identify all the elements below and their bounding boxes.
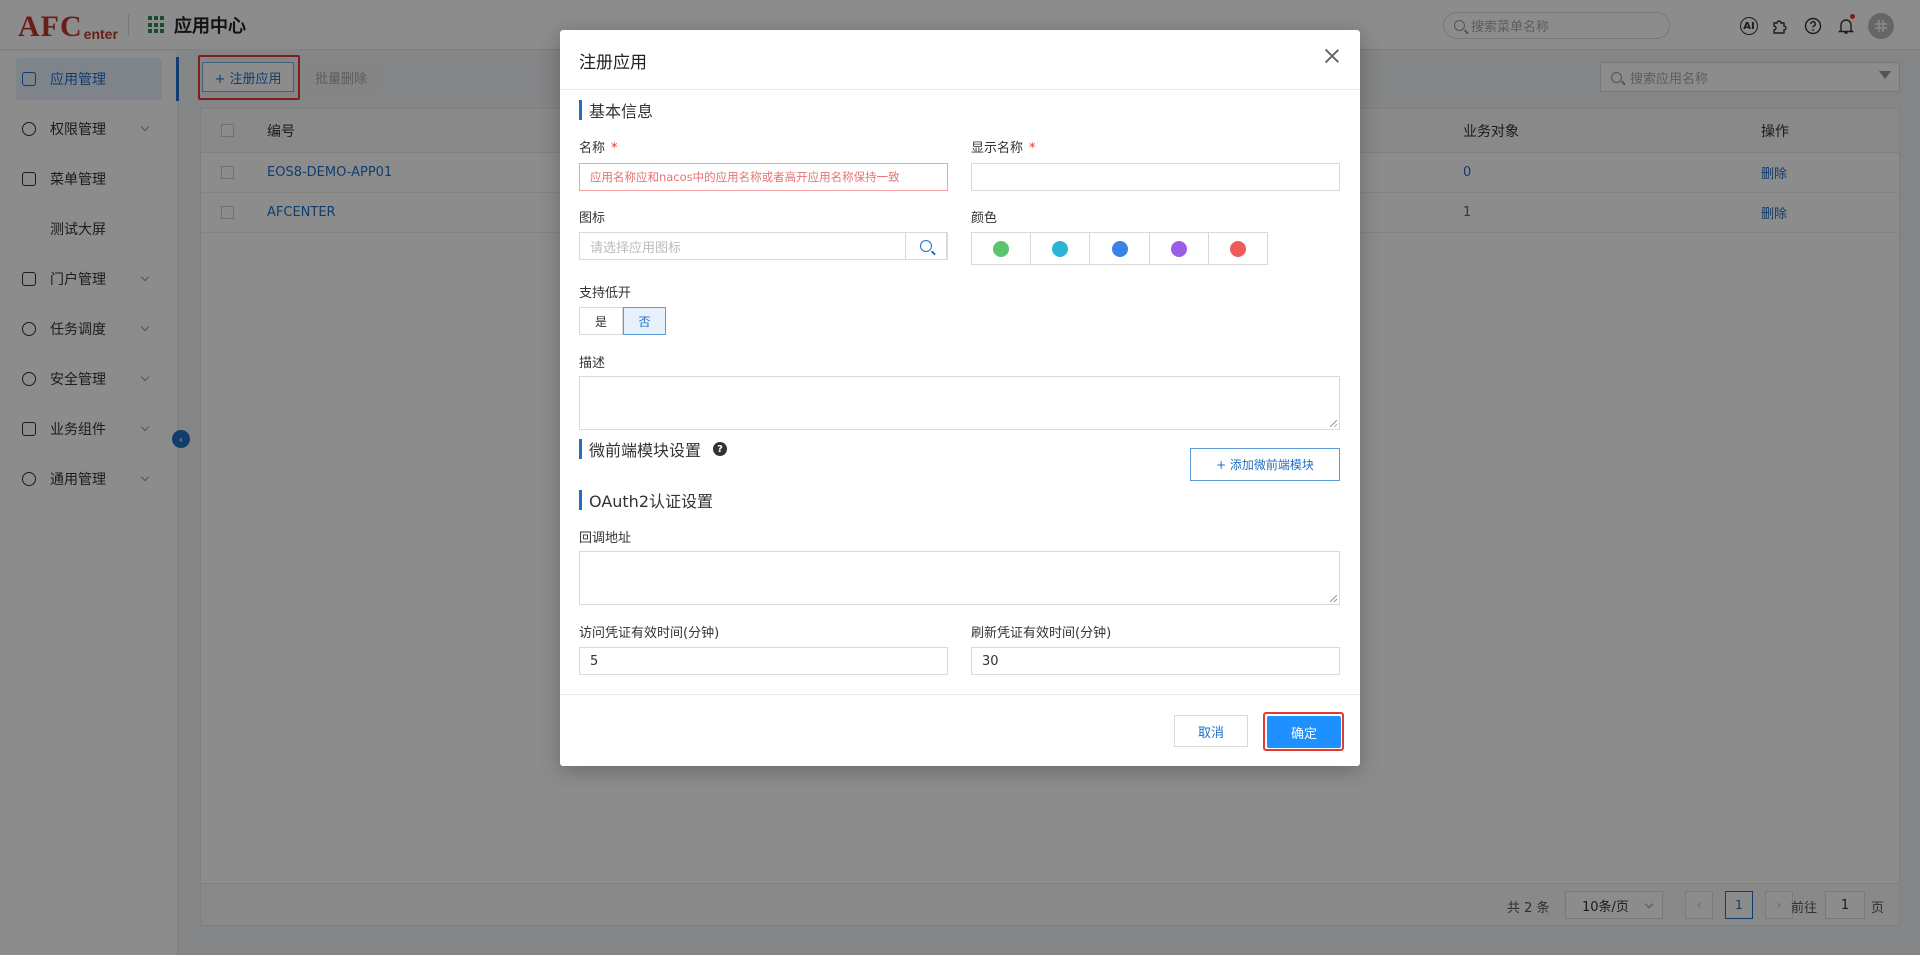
section-basic-info: 基本信息 xyxy=(579,100,653,121)
color-option-red[interactable] xyxy=(1209,233,1267,264)
section-micro-frontend-label: 微前端模块设置 xyxy=(589,441,702,460)
color-option-green[interactable] xyxy=(972,233,1032,264)
divider xyxy=(560,89,1360,90)
icon-label: 图标 xyxy=(579,211,606,226)
access-token-ttl-label: 访问凭证有效时间(分钟) xyxy=(579,626,720,641)
cancel-button[interactable]: 取消 xyxy=(1174,715,1248,747)
close-icon[interactable] xyxy=(1324,48,1340,64)
refresh-token-ttl-label: 刷新凭证有效时间(分钟) xyxy=(971,626,1112,641)
color-option-cyan[interactable] xyxy=(1031,233,1091,264)
question-icon[interactable]: ? xyxy=(713,442,728,456)
display-name-input[interactable] xyxy=(971,163,1340,191)
refresh-token-ttl-input[interactable]: 30 xyxy=(971,647,1340,675)
section-oauth2: OAuth2认证设置 xyxy=(579,490,713,511)
lowcode-no-option[interactable]: 否 xyxy=(623,307,666,335)
required-mark: * xyxy=(611,141,618,156)
section-micro-frontend: 微前端模块设置 ? xyxy=(579,439,728,460)
name-validation-text: 应用名称应和nacos中的应用名称或者高开应用名称保持一致 xyxy=(590,170,900,184)
callback-url-label: 回调地址 xyxy=(579,531,632,546)
display-name-label: 显示名称 * xyxy=(971,141,1036,156)
lowcode-toggle: 是 否 xyxy=(579,307,666,335)
callback-url-textarea[interactable] xyxy=(579,551,1340,605)
name-label: 名称 * xyxy=(579,141,618,156)
lowcode-label: 支持低开 xyxy=(579,286,632,301)
name-input[interactable]: 应用名称应和nacos中的应用名称或者高开应用名称保持一致 xyxy=(579,163,948,191)
color-option-purple[interactable] xyxy=(1150,233,1209,264)
confirm-highlight-box xyxy=(1263,712,1344,751)
dialog-title: 注册应用 xyxy=(579,53,647,73)
access-token-ttl-input[interactable]: 5 xyxy=(579,647,948,675)
register-app-dialog: 注册应用 基本信息 名称 * 应用名称应和nacos中的应用名称或者高开应用名称保… xyxy=(560,30,1360,766)
icon-search-button[interactable] xyxy=(905,232,947,260)
add-micro-frontend-button[interactable]: + 添加微前端模块 xyxy=(1190,448,1340,481)
description-label: 描述 xyxy=(579,356,606,371)
lowcode-yes-option[interactable]: 是 xyxy=(579,307,623,335)
divider xyxy=(560,694,1360,695)
search-icon xyxy=(920,240,932,252)
color-option-blue[interactable] xyxy=(1090,233,1150,264)
color-picker xyxy=(971,232,1268,265)
required-mark: * xyxy=(1029,141,1036,156)
icon-picker-input[interactable]: 请选择应用图标 xyxy=(579,232,948,260)
icon-placeholder: 请选择应用图标 xyxy=(590,240,682,256)
description-textarea[interactable] xyxy=(579,376,1340,430)
color-label: 颜色 xyxy=(971,211,998,226)
